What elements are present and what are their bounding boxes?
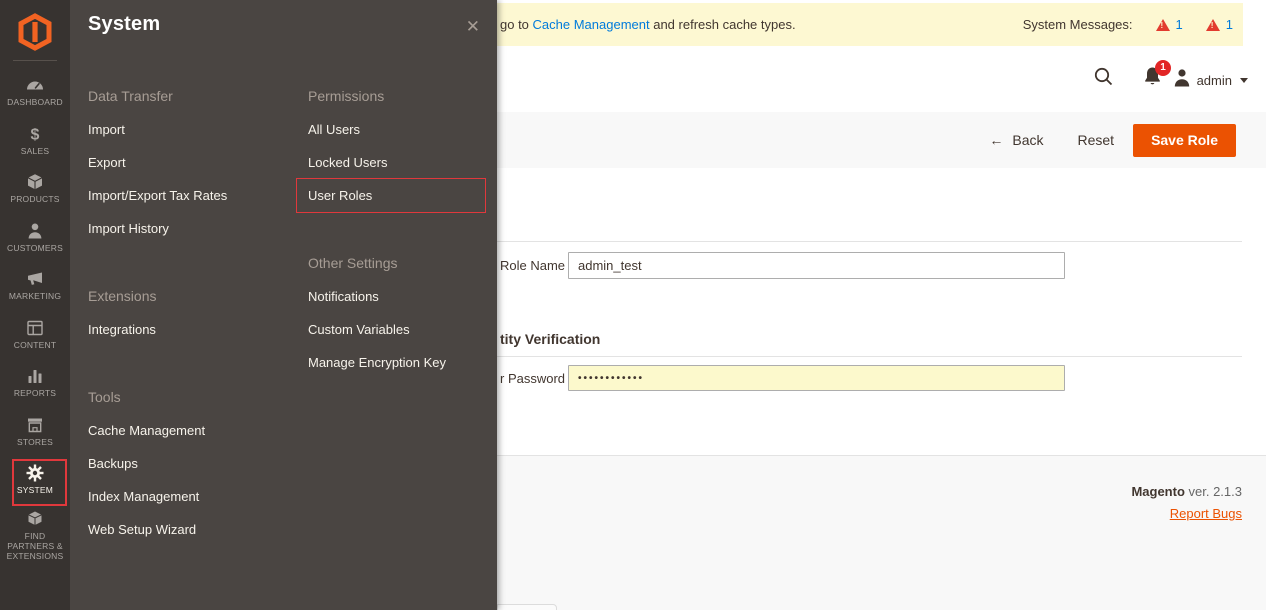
menu-item-user-roles[interactable]: User Roles (296, 178, 486, 213)
close-icon[interactable]: ✕ (466, 18, 480, 35)
identity-verification-heading: tity Verification (500, 331, 600, 347)
flyout-title: System (88, 13, 160, 36)
magento-admin-screen: go to Cache Management and refresh cache… (0, 0, 1266, 610)
flyout-column-right: Permissions All Users Locked Users User … (308, 86, 493, 420)
flyout-column-left: Data Transfer Import Export Import/Expor… (88, 86, 293, 587)
reset-button[interactable]: Reset (1077, 132, 1114, 148)
username-label: admin (1197, 73, 1232, 88)
section-header-other-settings: Other Settings (308, 253, 493, 273)
bar-chart-icon (25, 366, 45, 386)
menu-item-web-setup-wizard[interactable]: Web Setup Wizard (88, 513, 293, 546)
admin-header: 1 admin (497, 46, 1266, 112)
search-icon[interactable] (1093, 66, 1114, 92)
page-action-bar: ← Back Reset Save Role (497, 112, 1266, 168)
warning-triangle-icon (1156, 19, 1170, 31)
sidebar-item-sales[interactable]: $ SALES (0, 116, 70, 165)
sidebar-item-dashboard[interactable]: DASHBOARD (0, 67, 70, 116)
menu-item-locked-users[interactable]: Locked Users (308, 146, 493, 179)
menu-item-custom-variables[interactable]: Custom Variables (308, 313, 493, 346)
menu-item-import[interactable]: Import (88, 113, 293, 146)
sidebar-divider (13, 60, 57, 61)
role-form-content: Role Name * tity Verification r Password… (497, 168, 1266, 455)
main-nav-sidebar: DASHBOARD $ SALES PRODUCTS CUSTOMERS (0, 0, 70, 610)
section-divider (497, 356, 1242, 357)
menu-item-integrations[interactable]: Integrations (88, 313, 293, 346)
menu-section-permissions: Permissions All Users Locked Users User … (308, 86, 493, 213)
system-messages-area: System Messages: 1 1 (1023, 17, 1233, 32)
role-name-label: Role Name * (500, 258, 575, 273)
sidebar-item-reports[interactable]: REPORTS (0, 358, 70, 407)
system-messages-label: System Messages: (1023, 17, 1133, 32)
storefront-icon (25, 415, 45, 435)
menu-item-backups[interactable]: Backups (88, 447, 293, 480)
sidebar-item-customers[interactable]: CUSTOMERS (0, 213, 70, 262)
sidebar-item-marketing[interactable]: MARKETING (0, 261, 70, 310)
menu-item-all-users[interactable]: All Users (308, 113, 493, 146)
menu-section-data-transfer: Data Transfer Import Export Import/Expor… (88, 86, 293, 245)
sidebar-item-system[interactable]: SYSTEM (0, 455, 70, 504)
sidebar-item-products[interactable]: PRODUCTS (0, 164, 70, 213)
dollar-icon: $ (25, 124, 45, 144)
system-flyout-menu: System ✕ Data Transfer Import Export Imp… (70, 0, 497, 610)
menu-item-notifications[interactable]: Notifications (308, 280, 493, 313)
section-divider (497, 241, 1242, 242)
back-button-label: Back (1012, 132, 1043, 148)
current-password-input[interactable] (568, 365, 1065, 391)
sidebar-item-find-partners[interactable]: FIND PARTNERS & EXTENSIONS (0, 504, 70, 566)
warning-triangle-icon (1206, 19, 1220, 31)
menu-item-manage-encryption-key[interactable]: Manage Encryption Key (308, 346, 493, 379)
gear-icon (25, 463, 45, 483)
section-header-extensions: Extensions (88, 286, 293, 306)
major-message-count[interactable]: 1 (1226, 17, 1233, 32)
critical-messages-group: 1 (1156, 17, 1183, 32)
magento-version: Magento ver. 2.1.3 (1131, 484, 1242, 499)
notice-text-after: and refresh cache types. (650, 17, 796, 32)
dashboard-gauge-icon (25, 75, 45, 95)
marketplace-cube-icon (25, 509, 45, 529)
magento-brand: Magento (1131, 484, 1184, 499)
notification-count-badge[interactable]: 1 (1155, 60, 1171, 76)
cache-notice-message: go to Cache Management and refresh cache… (500, 17, 796, 32)
notice-text-before: go to (500, 17, 533, 32)
section-header-data-transfer: Data Transfer (88, 86, 293, 106)
menu-item-index-management[interactable]: Index Management (88, 480, 293, 513)
chevron-down-icon (1240, 78, 1248, 83)
cache-management-link[interactable]: Cache Management (533, 17, 650, 32)
menu-item-export[interactable]: Export (88, 146, 293, 179)
menu-item-cache-management[interactable]: Cache Management (88, 414, 293, 447)
back-button[interactable]: ← Back (989, 132, 1043, 148)
major-messages-group: 1 (1206, 17, 1233, 32)
menu-item-import-history[interactable]: Import History (88, 212, 293, 245)
sidebar-item-stores[interactable]: STORES (0, 407, 70, 456)
account-menu[interactable]: admin (1173, 68, 1248, 92)
box-icon (25, 172, 45, 192)
back-arrow-icon: ← (989, 132, 1003, 148)
role-name-input[interactable] (568, 252, 1065, 279)
critical-message-count[interactable]: 1 (1176, 17, 1183, 32)
menu-section-extensions: Extensions Integrations (88, 286, 293, 346)
megaphone-icon (25, 269, 45, 289)
magento-logo[interactable] (0, 0, 70, 56)
menu-section-tools: Tools Cache Management Backups Index Man… (88, 387, 293, 546)
user-avatar-icon (1173, 68, 1191, 92)
sidebar-item-content[interactable]: CONTENT (0, 310, 70, 359)
section-header-permissions: Permissions (308, 86, 493, 106)
report-bugs-link[interactable]: Report Bugs (1170, 506, 1242, 521)
password-label: r Password * (500, 371, 575, 386)
layout-icon (25, 318, 45, 338)
person-icon (25, 221, 45, 241)
menu-item-import-export-tax-rates[interactable]: Import/Export Tax Rates (88, 179, 293, 212)
save-role-button[interactable]: Save Role (1133, 124, 1236, 157)
section-header-tools: Tools (88, 387, 293, 407)
svg-text:$: $ (31, 126, 40, 143)
menu-section-other-settings: Other Settings Notifications Custom Vari… (308, 253, 493, 379)
magento-logo-icon (18, 13, 52, 51)
bottom-popup-edge (497, 604, 557, 610)
